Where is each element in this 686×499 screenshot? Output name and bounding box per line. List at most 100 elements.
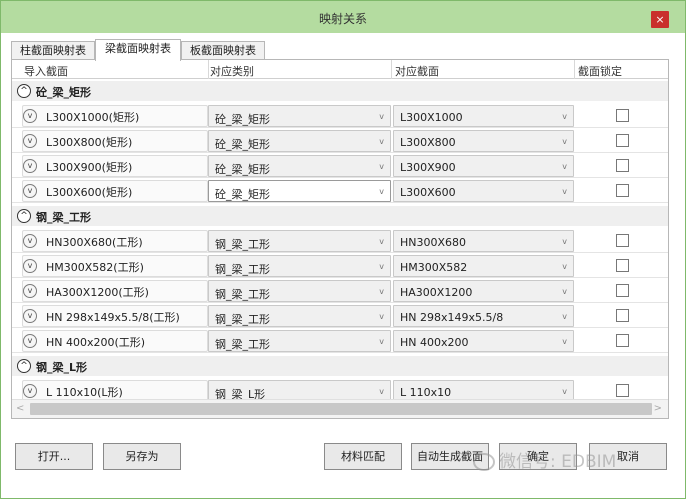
category-select[interactable]: 砼_梁_矩形 v (208, 130, 391, 152)
scroll-left-icon[interactable]: < (16, 403, 24, 414)
chevron-down-icon[interactable]: v (23, 309, 37, 323)
chevron-down-icon[interactable]: v (23, 234, 37, 248)
chevron-down-icon[interactable]: v (379, 137, 384, 146)
table-row: v HN 298x149x5.5/8(工形) 钢_梁_工形 v HN 298x149x5… (12, 304, 668, 328)
window-title: 映射关系 (318, 12, 367, 26)
save-as-button[interactable]: 另存为 (103, 443, 181, 470)
chevron-down-icon[interactable]: v (379, 162, 384, 171)
chevron-down-icon[interactable]: v (562, 287, 567, 296)
table-row: v HM300X582(工形) 钢_梁_工形 v HM300X582 v (12, 254, 668, 278)
close-button[interactable]: × (651, 11, 669, 28)
chevron-down-icon[interactable]: v (379, 112, 384, 121)
group-row[interactable]: ^ 砼_梁_矩形 (12, 81, 668, 101)
chevron-down-icon[interactable]: v (379, 262, 384, 271)
chevron-down-icon[interactable]: v (379, 187, 384, 196)
chevron-down-icon[interactable]: v (23, 159, 37, 173)
chevron-down-icon[interactable]: v (562, 262, 567, 271)
material-match-button[interactable]: 材料匹配 (324, 443, 402, 470)
horizontal-scrollbar[interactable]: < > (12, 399, 668, 418)
category-value: 钢_梁_工形 (215, 313, 270, 326)
tab-slab-section-map[interactable]: 板截面映射表 (181, 41, 265, 60)
chevron-down-icon[interactable]: v (23, 109, 37, 123)
category-select[interactable]: 钢_梁_工形 v (208, 280, 391, 302)
tab-column-section-map[interactable]: 柱截面映射表 (11, 41, 95, 60)
category-select[interactable]: 钢_梁_工形 v (208, 255, 391, 277)
chevron-down-icon[interactable]: v (562, 162, 567, 171)
chevron-down-icon[interactable]: v (562, 337, 567, 346)
chevron-down-icon[interactable]: v (379, 387, 384, 396)
chevron-down-icon[interactable]: v (23, 259, 37, 273)
tab-beam-section-map[interactable]: 梁截面映射表 (95, 39, 181, 61)
section-lock-checkbox[interactable] (616, 284, 629, 297)
category-select[interactable]: 砼_梁_矩形 v (208, 155, 391, 177)
import-section-name: L 110x10(L形) (46, 386, 123, 399)
section-lock-checkbox[interactable] (616, 309, 629, 322)
section-lock-checkbox[interactable] (616, 109, 629, 122)
cancel-button[interactable]: 取消 (589, 443, 667, 470)
chevron-down-icon[interactable]: v (562, 387, 567, 396)
section-lock-checkbox[interactable] (616, 384, 629, 397)
category-value: 钢_梁_工形 (215, 288, 270, 301)
chevron-up-icon[interactable]: ^ (17, 84, 31, 98)
section-select[interactable]: HN300X680 v (393, 230, 574, 252)
import-section-name: HN300X680(工形) (46, 236, 143, 249)
section-select[interactable]: L300X1000 v (393, 105, 574, 127)
category-value: 钢_梁_工形 (215, 238, 270, 251)
chevron-down-icon[interactable]: v (379, 237, 384, 246)
section-select[interactable]: HM300X582 v (393, 255, 574, 277)
chevron-down-icon[interactable]: v (562, 187, 567, 196)
chevron-down-icon[interactable]: v (23, 334, 37, 348)
section-select[interactable]: L300X600 v (393, 180, 574, 202)
chevron-down-icon[interactable]: v (562, 137, 567, 146)
scrollbar-thumb[interactable] (30, 403, 652, 415)
group-row[interactable]: ^ 钢_梁_工形 (12, 206, 668, 226)
chevron-down-icon[interactable]: v (562, 237, 567, 246)
section-lock-checkbox[interactable] (616, 259, 629, 272)
chevron-down-icon[interactable]: v (23, 284, 37, 298)
category-select[interactable]: 钢_梁_工形 v (208, 330, 391, 352)
chevron-down-icon[interactable]: v (379, 337, 384, 346)
section-lock-checkbox[interactable] (616, 234, 629, 247)
chevron-up-icon[interactable]: ^ (17, 209, 31, 223)
section-value: L300X600 (400, 186, 456, 199)
category-select[interactable]: 钢_梁_工形 v (208, 230, 391, 252)
ok-button[interactable]: 确定 (499, 443, 577, 470)
section-select[interactable]: L300X800 v (393, 130, 574, 152)
chevron-down-icon[interactable]: v (379, 287, 384, 296)
section-lock-checkbox[interactable] (616, 184, 629, 197)
mapping-table: 导入截面 对应类别 对应截面 截面锁定 ^ 砼_梁_矩形 v L300X1000(矩形… (11, 59, 669, 419)
auto-generate-section-button[interactable]: 自动生成截面 (411, 443, 489, 470)
section-select[interactable]: HN 400x200 v (393, 330, 574, 352)
title-bar[interactable]: 映射关系 × (1, 1, 685, 33)
chevron-up-icon[interactable]: ^ (17, 359, 31, 373)
category-select[interactable]: 钢_梁_工形 v (208, 305, 391, 327)
section-lock-checkbox[interactable] (616, 159, 629, 172)
chevron-down-icon[interactable]: v (23, 134, 37, 148)
section-lock-checkbox[interactable] (616, 334, 629, 347)
column-header-import-section: 导入截面 (24, 65, 68, 78)
scroll-right-icon[interactable]: > (654, 403, 662, 414)
section-value: HN 400x200 (400, 336, 469, 349)
section-value: L300X800 (400, 136, 456, 149)
section-select[interactable]: HA300X1200 v (393, 280, 574, 302)
section-lock-checkbox[interactable] (616, 134, 629, 147)
chevron-down-icon[interactable]: v (379, 312, 384, 321)
import-section-name: L300X900(矩形) (46, 161, 133, 174)
group-row[interactable]: ^ 钢_梁_L形 (12, 356, 668, 376)
section-select[interactable]: HN 298x149x5.5/8 v (393, 305, 574, 327)
category-value: 钢_梁_工形 (215, 263, 270, 276)
section-value: HA300X1200 (400, 286, 473, 299)
import-section-name: HA300X1200(工形) (46, 286, 149, 299)
section-value: L300X900 (400, 161, 456, 174)
chevron-down-icon[interactable]: v (562, 112, 567, 121)
section-select[interactable]: L300X900 v (393, 155, 574, 177)
chevron-down-icon[interactable]: v (23, 384, 37, 398)
category-select[interactable]: 砼_梁_矩形 v (208, 180, 391, 202)
category-value: 砼_梁_矩形 (215, 113, 270, 126)
category-select[interactable]: 砼_梁_矩形 v (208, 105, 391, 127)
open-button[interactable]: 打开... (15, 443, 93, 470)
chevron-down-icon[interactable]: v (562, 312, 567, 321)
chevron-down-icon[interactable]: v (23, 184, 37, 198)
column-header-category: 对应类别 (210, 65, 254, 78)
import-section-name: L300X800(矩形) (46, 136, 133, 149)
